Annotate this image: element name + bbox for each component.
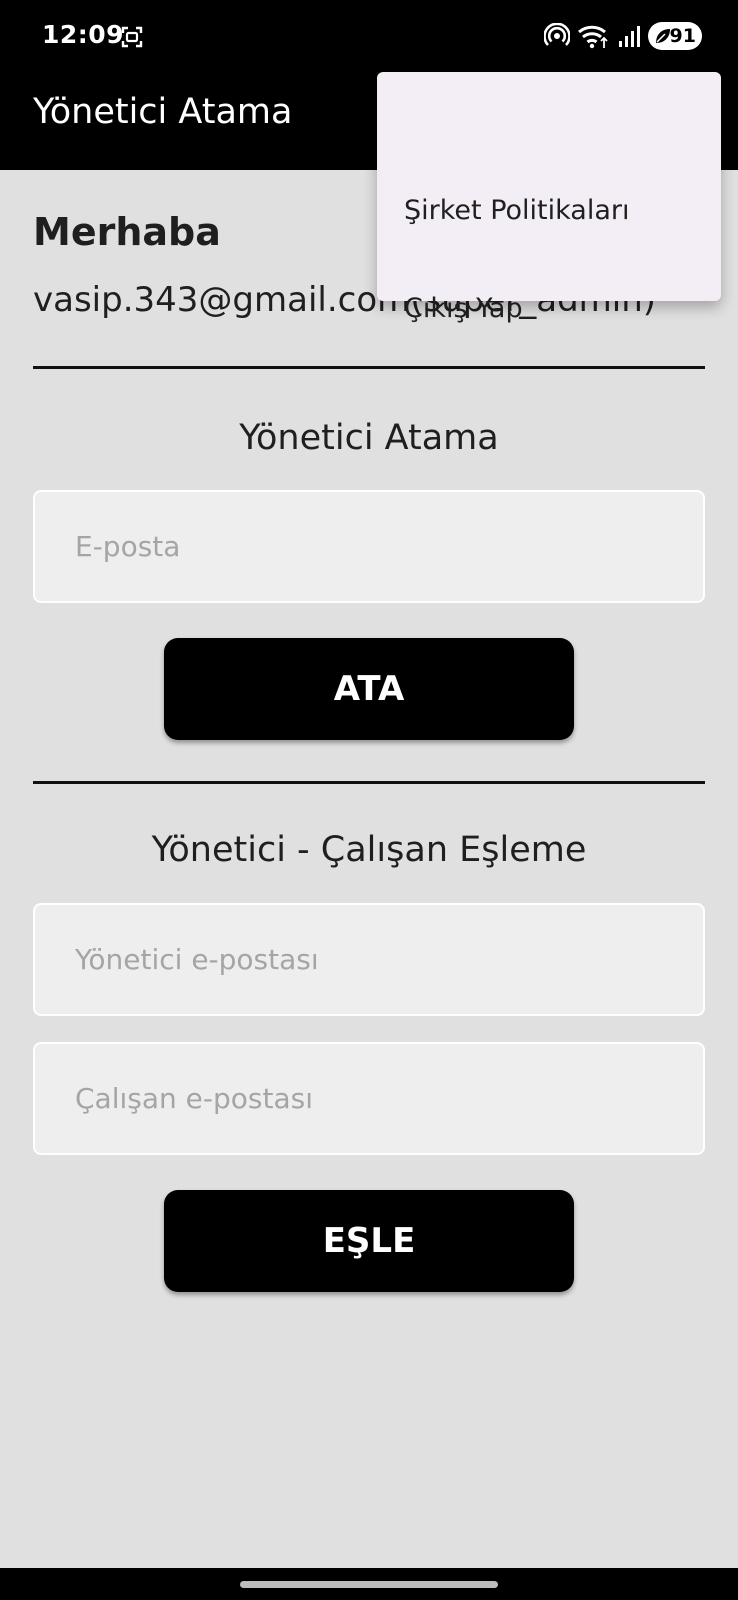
pair-section-title: Yönetici - Çalışan Eşleme — [151, 830, 587, 870]
overflow-menu: Şirket Politikaları Çıkış Yap — [377, 72, 721, 324]
assign-button[interactable]: ATA — [164, 638, 574, 740]
employee-email-field[interactable] — [33, 1042, 705, 1155]
divider — [33, 366, 705, 369]
menu-item-company-policies[interactable]: Şirket Politikaları — [377, 162, 721, 258]
signal-icon — [619, 26, 640, 47]
battery-saver-leaf-icon — [656, 29, 670, 43]
wifi-icon — [578, 25, 608, 49]
manager-email-field[interactable] — [33, 903, 705, 1016]
greeting-title: Merhaba — [33, 210, 221, 254]
battery-icon: 91 — [648, 22, 702, 50]
status-time: 12:09 — [42, 20, 125, 49]
hotspot-icon — [544, 23, 570, 46]
screenshot-icon — [121, 26, 143, 48]
status-icons: 91 — [544, 22, 702, 50]
assign-section-title: Yönetici Atama — [239, 418, 499, 458]
navigation-bar — [0, 1568, 738, 1600]
status-bar: 12:09 91 — [0, 0, 738, 72]
email-field[interactable] — [33, 490, 705, 603]
app-bar-title: Yönetici Atama — [33, 92, 293, 132]
battery-level: 91 — [669, 25, 696, 47]
pair-button[interactable]: EŞLE — [164, 1190, 574, 1292]
home-gesture-handle[interactable] — [240, 1581, 498, 1588]
menu-item-logout[interactable]: Çıkış Yap — [377, 260, 721, 356]
divider — [33, 781, 705, 784]
